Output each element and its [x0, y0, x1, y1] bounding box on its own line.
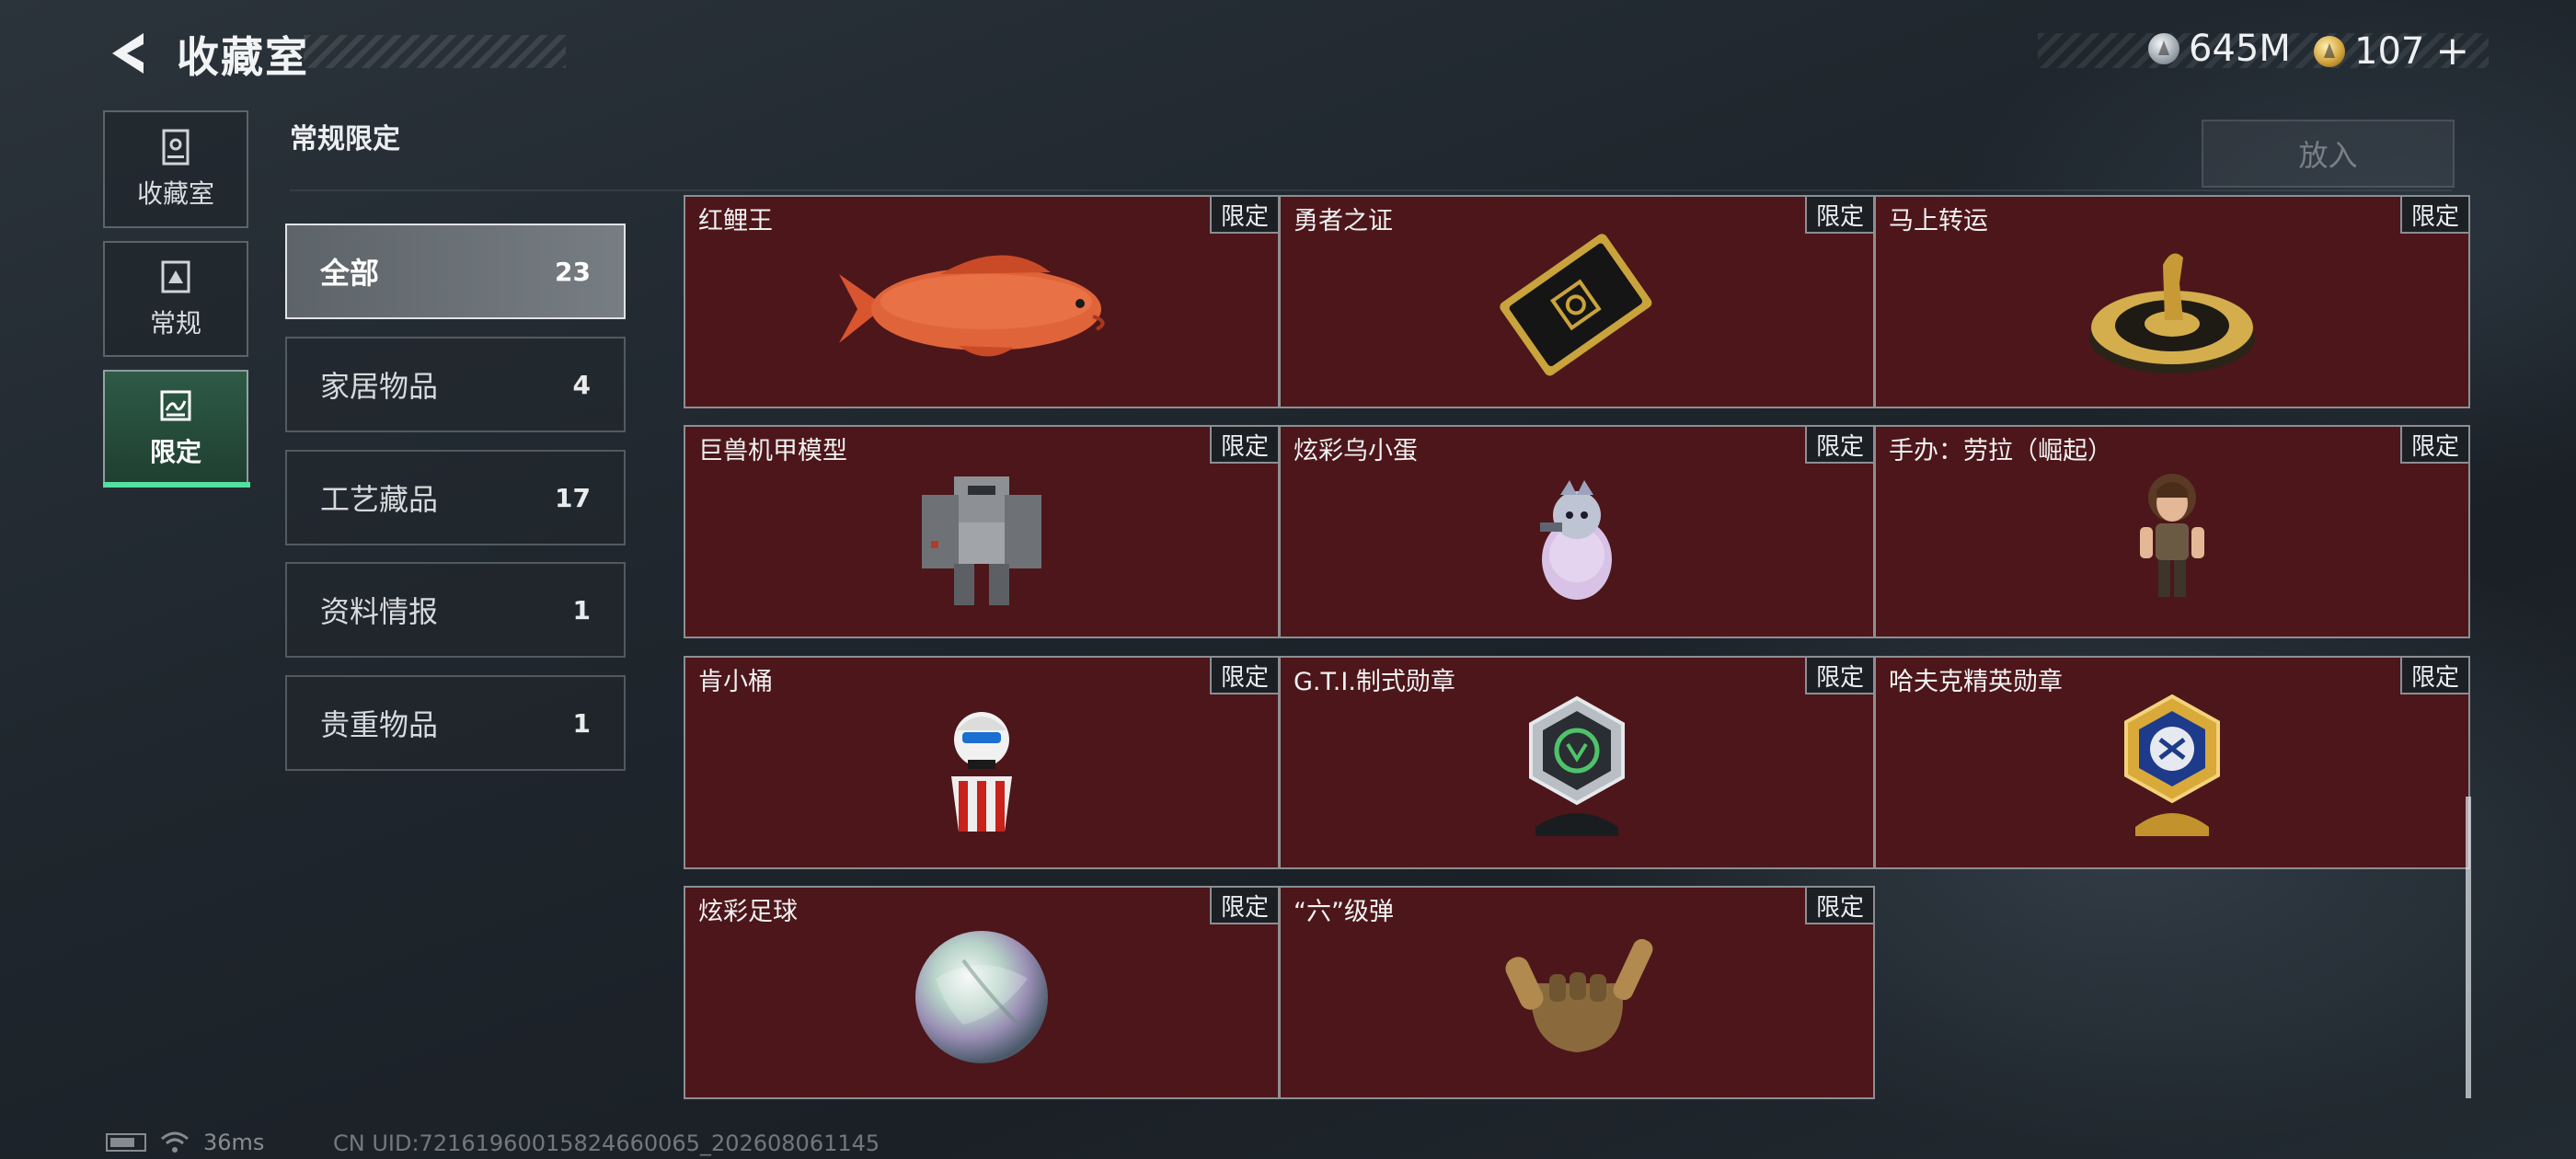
- category-name: 贵重物品: [320, 707, 439, 742]
- collection-room-icon: [162, 129, 190, 166]
- add-currency-button[interactable]: +: [2435, 28, 2469, 75]
- limited-badge: 限定: [1209, 658, 1278, 694]
- back-arrow-icon: [112, 33, 144, 74]
- category-count: 1: [572, 594, 591, 625]
- item-card[interactable]: 巨兽机甲模型 限定: [684, 425, 1280, 638]
- item-name: 哈夫克精英勋章: [1889, 668, 2063, 696]
- page-title: 收藏室: [177, 32, 309, 82]
- item-card[interactable]: 哈夫克精英勋章 限定: [1874, 656, 2470, 869]
- currency-gold[interactable]: 107 +: [2314, 28, 2469, 75]
- limited-badge: 限定: [1209, 197, 1278, 234]
- lara-figure-icon: [2140, 473, 2204, 597]
- status-bar: 36ms: [106, 1130, 264, 1155]
- mech-model-icon: [922, 476, 1041, 605]
- gti-medal-icon: [1529, 695, 1625, 836]
- item-name: 红鲤王: [698, 207, 773, 235]
- put-in-button[interactable]: 放入: [2202, 120, 2455, 188]
- item-card[interactable]: 勇者之证 限定: [1279, 195, 1875, 408]
- category-household[interactable]: 家居物品 4: [285, 337, 626, 432]
- item-card[interactable]: 手办：劳拉（崛起） 限定: [1874, 425, 2470, 638]
- item-name: 炫彩足球: [698, 898, 798, 926]
- nav-tab-label: 常规: [149, 308, 201, 339]
- section-title: 常规限定: [290, 123, 400, 155]
- nav-tab-label: 收藏室: [136, 178, 214, 209]
- limited-badge: 限定: [2399, 427, 2468, 464]
- nav-tab-label: 限定: [149, 437, 201, 467]
- gold-coin-icon: [2314, 35, 2345, 67]
- item-card[interactable]: G.T.I.制式勋章 限定: [1279, 656, 1875, 869]
- horse-dial-icon: [2089, 253, 2255, 373]
- back-button[interactable]: [103, 26, 158, 81]
- limited-badge: 限定: [1209, 427, 1278, 464]
- category-name: 家居物品: [320, 369, 439, 404]
- item-name: 巨兽机甲模型: [698, 437, 847, 465]
- limited-icon: [160, 390, 191, 421]
- limited-badge: 限定: [1804, 197, 1873, 234]
- bucket-figure-icon: [951, 711, 1012, 832]
- item-name: 肯小桶: [698, 668, 773, 696]
- wifi-icon: [161, 1131, 189, 1153]
- category-all[interactable]: 全部 23: [285, 224, 626, 319]
- limited-badge: 限定: [1804, 888, 1873, 924]
- item-name: 炫彩乌小蛋: [1294, 437, 1418, 465]
- category-count: 4: [572, 369, 591, 400]
- item-name: G.T.I.制式勋章: [1294, 668, 1455, 696]
- nav-tab-limited[interactable]: 限定: [103, 370, 248, 486]
- limited-badge: 限定: [1804, 427, 1873, 464]
- limited-badge: 限定: [2399, 197, 2468, 234]
- regular-icon: [161, 260, 190, 293]
- battery-icon: [106, 1133, 146, 1152]
- item-name: 勇者之证: [1294, 207, 1393, 235]
- category-count: 17: [555, 482, 591, 513]
- currency-gold-value: 107: [2354, 29, 2425, 73]
- item-card[interactable]: 炫彩足球 限定: [684, 886, 1280, 1099]
- card-icon: [1500, 233, 1652, 376]
- silver-coin-icon: [2148, 33, 2179, 64]
- haavk-medal-icon: [2124, 694, 2220, 836]
- category-valuables[interactable]: 贵重物品 1: [285, 675, 626, 771]
- title-decoration: [304, 35, 566, 68]
- item-card[interactable]: 肯小桶 限定: [684, 656, 1280, 869]
- category-intel[interactable]: 资料情报 1: [285, 562, 626, 658]
- red-carp-icon: [839, 255, 1105, 357]
- category-name: 资料情报: [320, 594, 439, 629]
- item-card[interactable]: 炫彩乌小蛋 限定: [1279, 425, 1875, 638]
- limited-badge: 限定: [1804, 658, 1873, 694]
- grid-scrollbar[interactable]: [2466, 797, 2471, 1098]
- category-name: 全部: [320, 256, 380, 291]
- nav-tab-collection-room[interactable]: 收藏室: [103, 110, 248, 228]
- item-card[interactable]: 马上转运 限定: [1874, 195, 2470, 408]
- active-tab-indicator: [103, 482, 250, 488]
- category-crafts[interactable]: 工艺藏品 17: [285, 450, 626, 545]
- item-card[interactable]: “六”级弹 限定: [1279, 886, 1875, 1099]
- limited-badge: 限定: [1209, 888, 1278, 924]
- egg-figure-icon: [1540, 479, 1612, 600]
- currency-silver-value: 645M: [2189, 28, 2291, 70]
- item-card[interactable]: 红鲤王 限定: [684, 195, 1280, 408]
- six-gesture-bullets-icon: [1505, 938, 1653, 1052]
- item-name: 手办：劳拉（崛起）: [1889, 437, 2112, 465]
- item-name: 马上转运: [1889, 207, 1988, 235]
- category-count: 1: [572, 707, 591, 739]
- category-name: 工艺藏品: [320, 482, 439, 517]
- section-divider: [290, 189, 2452, 191]
- item-name: “六”级弹: [1294, 898, 1394, 926]
- limited-badge: 限定: [2399, 658, 2468, 694]
- iridescent-ball-icon: [915, 930, 1048, 1063]
- ping-value: 36ms: [203, 1130, 265, 1155]
- currency-silver[interactable]: 645M: [2148, 28, 2291, 70]
- category-count: 23: [555, 256, 591, 287]
- uid-text: CN UID:72161960015824660065_202608061145: [333, 1130, 880, 1156]
- nav-tab-regular[interactable]: 常规: [103, 241, 248, 357]
